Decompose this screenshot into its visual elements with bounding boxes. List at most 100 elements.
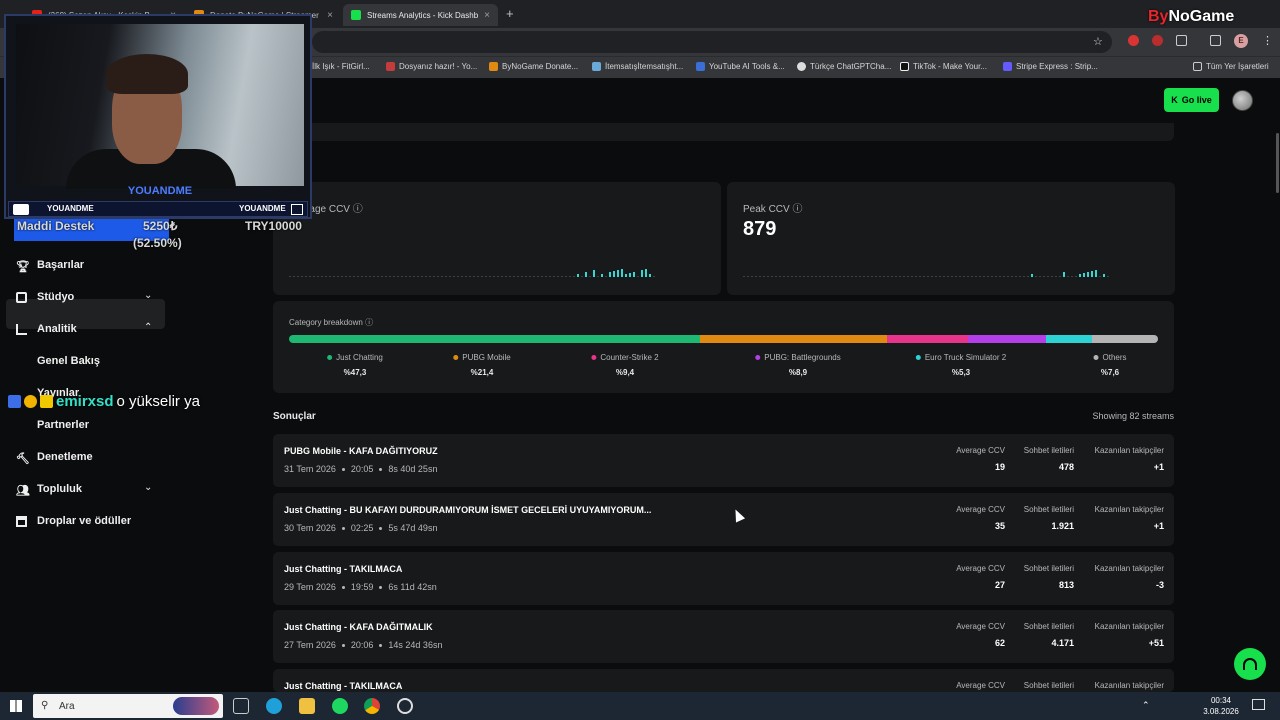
chevron-up-icon[interactable]: ⌃: [144, 322, 152, 333]
chevron-down-icon[interactable]: ⌄: [144, 482, 152, 493]
obs-icon[interactable]: [397, 698, 413, 714]
stream-row[interactable]: Just Chatting - BU KAFAYI DURDURAMIYORUM…: [273, 493, 1174, 546]
metric-value: 478: [1058, 462, 1074, 472]
bookmark-item[interactable]: İlk Işık - FitGirl...: [312, 62, 370, 71]
reading-list-icon[interactable]: [1210, 35, 1221, 46]
menu-icon[interactable]: ⋮: [1262, 34, 1273, 47]
sparkline-bar: [617, 270, 619, 277]
stream-date: 27 Tem 2026: [284, 640, 336, 650]
task-view-icon[interactable]: [233, 698, 249, 714]
sparkline-bar: [1075, 276, 1077, 277]
sparkline-bar: [461, 276, 463, 277]
sparkline-bar: [437, 276, 439, 277]
sparkline-bar: [589, 276, 591, 277]
sparkline-bar: [991, 276, 993, 277]
stream-time: 20:06: [350, 640, 374, 650]
star-icon[interactable]: ☆: [1093, 35, 1103, 48]
user-avatar[interactable]: [1232, 90, 1253, 111]
notification-icon[interactable]: [1252, 699, 1265, 710]
bookmark-item[interactable]: ByNoGame Donate...: [489, 62, 578, 71]
sparkline-bar: [429, 276, 431, 277]
sidebar-item-partners[interactable]: Partnerler: [37, 419, 89, 431]
sparkline-bar: [509, 276, 511, 277]
page-scrollbar[interactable]: [1276, 133, 1279, 193]
bookmark-item[interactable]: Dosyanız hazır! - Yo...: [386, 62, 477, 71]
sparkline-bar: [1023, 276, 1025, 277]
new-tab-button[interactable]: +: [506, 6, 514, 21]
sparkline-bar: [393, 276, 395, 277]
sidebar-item-overview[interactable]: Genel Bakış: [37, 355, 100, 367]
metric-label: Average CCV: [956, 564, 1005, 573]
category-name: PUBG Mobile: [462, 353, 511, 362]
metric-label: Sohbet iletileri: [1023, 505, 1074, 514]
donation-goal: Maddi Destek 5250₺ TRY10000 (52.50%): [14, 219, 309, 250]
sidebar-item-drops[interactable]: Droplar ve ödüller: [16, 511, 166, 531]
sidebar-item-achievements[interactable]: 🏆︎ Başarılar: [16, 255, 166, 275]
average-ccv-sparkline: [289, 263, 655, 277]
tab-kick-analytics[interactable]: Streams Analytics - Kick Dashb ×: [343, 4, 498, 26]
sparkline-bar: [553, 276, 555, 277]
sparkline-bar: [759, 276, 761, 277]
edge-icon[interactable]: [266, 698, 282, 714]
chevron-down-icon[interactable]: ⌄: [144, 290, 152, 301]
stream-row[interactable]: Just Chatting - KAFA DAĞITMALIK 27 Tem 20…: [273, 610, 1174, 663]
bookmark-item[interactable]: İtemsatışİtemsatışht...: [592, 62, 683, 71]
extension-icon[interactable]: [1152, 35, 1163, 46]
taskbar-clock[interactable]: 00:34 3.08.2026: [1198, 695, 1244, 717]
sparkline-bar: [561, 276, 563, 277]
bookmark-item[interactable]: Türkçe ChatGPTCha...: [797, 62, 891, 71]
bookmark-item[interactable]: TikTok - Make Your...: [900, 62, 987, 71]
info-icon[interactable]: ⓘ: [353, 204, 363, 215]
metric-label: Kazanılan takipçiler: [1094, 505, 1164, 514]
close-icon[interactable]: ×: [484, 10, 490, 21]
go-live-button[interactable]: K Go live: [1164, 88, 1219, 112]
stream-row[interactable]: Just Chatting - TAKILMACA Average CCV Sohb…: [273, 669, 1174, 692]
sparkline-bar: [879, 276, 881, 277]
sparkline-bar: [939, 276, 941, 277]
category-legend-item: PUBG: Battlegrounds %8,9: [755, 353, 841, 377]
sparkline-bar: [337, 276, 339, 277]
system-tray-icons[interactable]: ⌃: [1142, 700, 1150, 711]
extensions-icon[interactable]: [1176, 35, 1187, 46]
all-bookmarks[interactable]: Tüm Yer İşaretleri: [1193, 62, 1269, 71]
info-icon[interactable]: ⓘ: [365, 318, 373, 327]
taskbar-search[interactable]: ⚲ Ara: [33, 694, 223, 718]
sparkline-bar: [605, 276, 607, 277]
sparkline-bar: [791, 276, 793, 277]
sparkline-bar: [835, 276, 837, 277]
spotify-icon[interactable]: [332, 698, 348, 714]
stream-row[interactable]: PUBG Mobile - KAFA DAĞITIYORUZ 31 Tem 202…: [273, 434, 1174, 487]
category-name: Euro Truck Simulator 2: [924, 353, 1007, 362]
sparkline-bar: [441, 276, 443, 277]
omnibox[interactable]: [312, 31, 1112, 53]
sparkline-bar: [767, 276, 769, 277]
sparkline-bar: [807, 276, 809, 277]
stream-meta: 27 Tem 2026 20:06 14s 24d 36sn: [284, 640, 442, 650]
bookmark-item[interactable]: Stripe Express : Strip...: [1003, 62, 1098, 71]
youtube-handle: YOUANDME: [47, 204, 94, 213]
sparkline-bar: [573, 276, 575, 277]
sparkline-bar: [959, 276, 961, 277]
stream-title: Just Chatting - KAFA DAĞITMALIK: [284, 622, 433, 632]
sparkline-bar: [345, 276, 347, 277]
metric-label: Kazanılan takipçiler: [1094, 681, 1164, 690]
stream-row[interactable]: Just Chatting - TAKILMACA 29 Tem 2026 19:5…: [273, 552, 1174, 605]
extension-icon[interactable]: [1128, 35, 1139, 46]
bookmark-item[interactable]: YouTube AI Tools &...: [696, 62, 785, 71]
help-button[interactable]: [1234, 648, 1266, 680]
sparkline-bar: [485, 276, 487, 277]
sparkline-bar: [915, 276, 917, 277]
profile-avatar[interactable]: E: [1234, 34, 1248, 48]
sparkline-bar: [903, 276, 905, 277]
close-icon[interactable]: ×: [327, 10, 333, 21]
info-icon[interactable]: ⓘ: [792, 204, 802, 215]
sparkline-bar: [505, 276, 507, 277]
file-explorer-icon[interactable]: [299, 698, 315, 714]
stream-title: Just Chatting - BU KAFAYI DURDURAMIYORUM…: [284, 505, 652, 515]
chrome-icon[interactable]: [364, 698, 380, 714]
windows-start-icon[interactable]: [10, 700, 22, 712]
category-percent: %9,4: [615, 368, 635, 377]
sparkline-bar: [645, 269, 647, 277]
sidebar-item-moderation[interactable]: 🔨︎ Denetleme: [16, 447, 166, 467]
stripe-icon: [1003, 62, 1012, 71]
